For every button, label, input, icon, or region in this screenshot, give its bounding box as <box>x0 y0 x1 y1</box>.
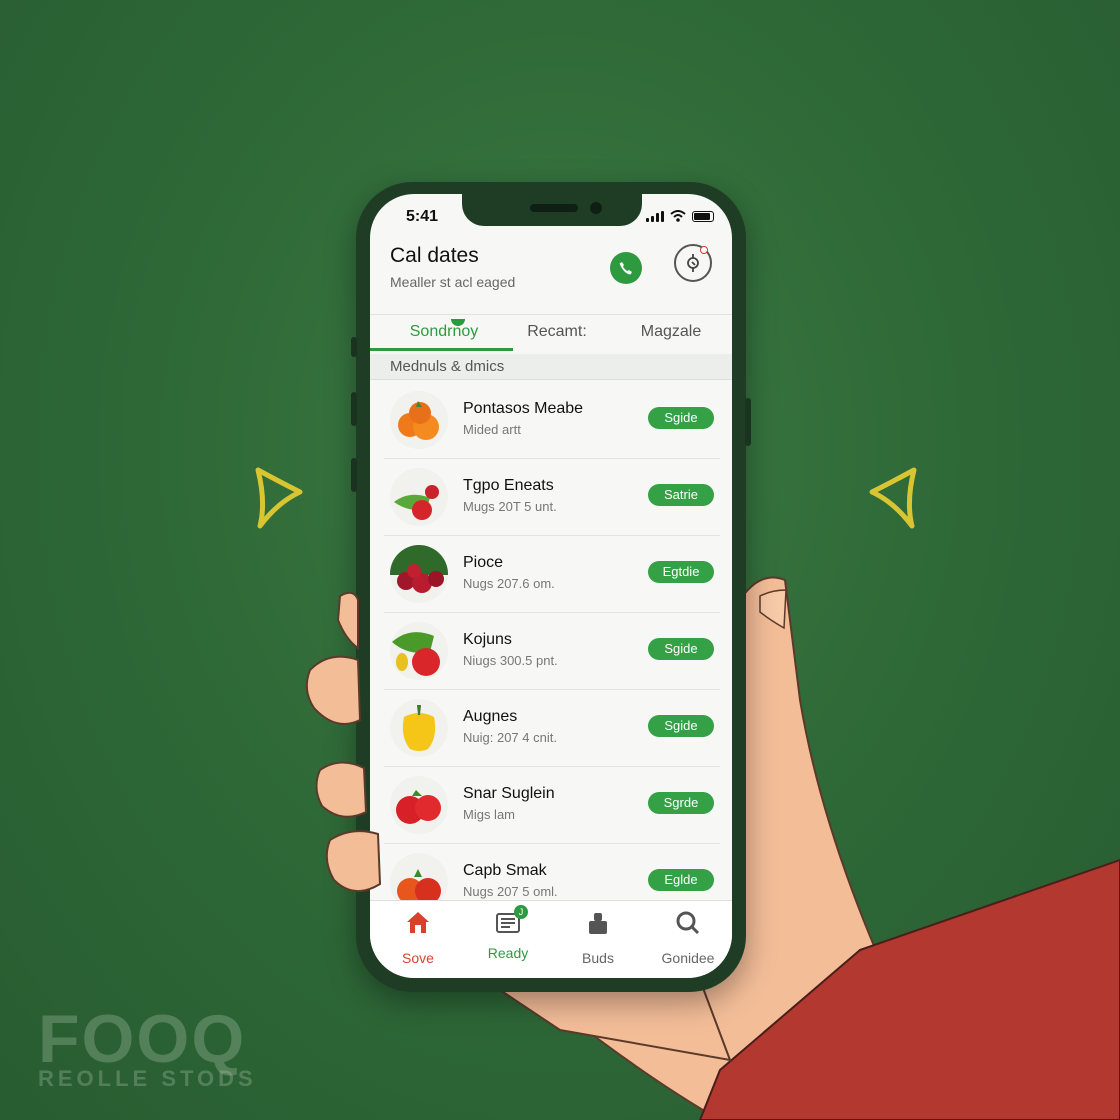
phone-screen: 5:41 Cal dates Mealler st acl eaged Sond… <box>370 194 732 978</box>
item-name: Snar Suglein <box>463 785 555 802</box>
nav-item-ready[interactable]: J Ready <box>468 905 548 961</box>
status-icons <box>646 210 714 222</box>
item-name: Pioce <box>463 554 504 571</box>
volume-up-button <box>351 392 357 426</box>
tab-label: Sondrnoy <box>409 323 479 340</box>
yellow-pepper-image <box>390 699 448 757</box>
notification-dot <box>700 246 708 254</box>
item-name: Capb Smak <box>463 862 547 879</box>
phone-icon <box>619 262 632 275</box>
item-detail: Nuig: 207 4 cnit. <box>463 730 557 745</box>
item-name: Pontasos Meabe <box>463 400 584 417</box>
watermark-text: REOLLE STODS <box>38 1066 257 1091</box>
list-item[interactable]: Kojuns Niugs 300.5 pnt. Sgide <box>384 613 720 690</box>
item-action-button[interactable]: Satrie <box>648 484 714 506</box>
call-button[interactable] <box>610 252 642 284</box>
item-action-button[interactable]: Egtdie <box>648 561 714 583</box>
mute-switch <box>351 337 357 357</box>
tab-bar: Sondrnoy Recamt: Magzale <box>370 314 732 351</box>
tab-label: Recamt: <box>527 323 587 340</box>
item-name: Tgpo Eneats <box>463 477 554 494</box>
tab-magzale[interactable]: Magzale <box>611 323 731 341</box>
background-scene: 5:41 Cal dates Mealler st acl eaged Sond… <box>0 0 1120 1120</box>
list-item[interactable]: Augnes Nuig: 207 4 cnit. Sgide <box>384 690 720 767</box>
battery-icon <box>692 211 714 222</box>
oranges-image <box>390 391 448 449</box>
signal-icon <box>646 211 664 222</box>
nav-item-sove[interactable]: Sove <box>378 909 458 966</box>
list-item[interactable]: Pioce Nugs 207.6 om. Egtdie <box>384 536 720 613</box>
item-action-button[interactable]: Sgide <box>648 638 714 660</box>
front-camera <box>590 202 602 214</box>
phone-frame: 5:41 Cal dates Mealler st acl eaged Sond… <box>351 182 751 992</box>
volume-down-button <box>351 458 357 492</box>
list-icon: J <box>494 905 528 937</box>
settings-button[interactable] <box>674 244 712 282</box>
section-header: Mednuls & dmics <box>370 354 732 380</box>
item-name: Augnes <box>463 708 518 725</box>
item-detail: Mugs 20T 5 unt. <box>463 499 557 514</box>
list-item[interactable]: Snar Suglein Migs lam Sgrde <box>384 767 720 844</box>
tomato-greens-image <box>390 468 448 526</box>
red-tomatoes-image <box>390 776 448 834</box>
list-item[interactable]: Pontasos Meabe Mided artt Sgide <box>384 382 720 459</box>
nav-label: Buds <box>582 950 614 966</box>
nav-label: Gonidee <box>661 950 715 966</box>
bottom-nav: Sove J Ready Buds Gonidee <box>370 900 732 978</box>
item-name: Kojuns <box>463 631 512 648</box>
wifi-icon <box>670 210 686 222</box>
product-list: Pontasos Meabe Mided artt Sgide Tgpo Ene… <box>384 382 720 921</box>
item-detail: Migs lam <box>463 807 516 822</box>
item-action-button[interactable]: Sgrde <box>648 792 714 814</box>
bag-icon <box>589 913 607 934</box>
status-time: 5:41 <box>406 208 439 225</box>
active-tab-indicator <box>370 348 513 351</box>
page-title: Cal dates <box>390 244 479 267</box>
speaker <box>530 204 578 212</box>
search-icon <box>676 911 700 935</box>
nav-item-buds[interactable]: Buds <box>558 909 638 966</box>
tab-recamt[interactable]: Recamt: <box>497 323 617 341</box>
nav-badge: J <box>514 905 528 919</box>
vegetables-image <box>390 622 448 680</box>
item-detail: Nugs 207.6 om. <box>463 576 555 591</box>
nav-label: Sove <box>402 950 434 966</box>
item-action-button[interactable]: Eglde <box>648 869 714 891</box>
item-detail: Niugs 300.5 pnt. <box>463 653 558 668</box>
item-detail: Nugs 207 5 oml. <box>463 884 558 899</box>
item-detail: Mided artt <box>463 422 521 437</box>
page-subtitle: Mealler st acl eaged <box>390 274 516 290</box>
nav-label: Ready <box>487 945 529 961</box>
notch <box>462 194 642 226</box>
tab-sondrnoy[interactable]: Sondrnoy <box>384 319 504 341</box>
tab-label: Magzale <box>640 323 702 340</box>
home-icon <box>407 912 429 933</box>
app-header: Cal dates Mealler st acl eaged <box>390 244 712 300</box>
list-item[interactable]: Tgpo Eneats Mugs 20T 5 unt. Satrie <box>384 459 720 536</box>
item-action-button[interactable]: Sgide <box>648 407 714 429</box>
nav-item-gonidee[interactable]: Gonidee <box>648 909 728 966</box>
item-action-button[interactable]: Sgide <box>648 715 714 737</box>
berries-image <box>390 545 448 603</box>
power-button <box>745 398 751 446</box>
settings-icon <box>687 254 699 272</box>
